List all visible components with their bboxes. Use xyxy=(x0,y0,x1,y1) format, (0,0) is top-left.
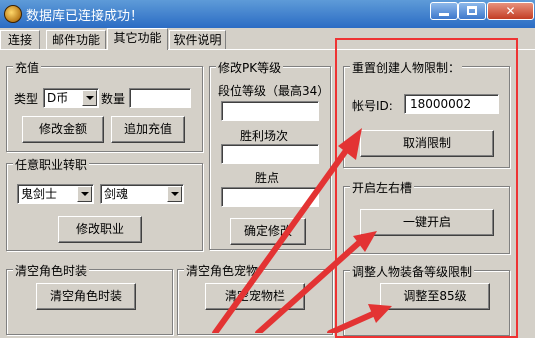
annotation-arrow xyxy=(212,142,353,333)
tab-other[interactable]: 其它功能 xyxy=(107,28,168,50)
annotation-arrows xyxy=(212,128,392,333)
annotation-arrow xyxy=(327,310,378,333)
